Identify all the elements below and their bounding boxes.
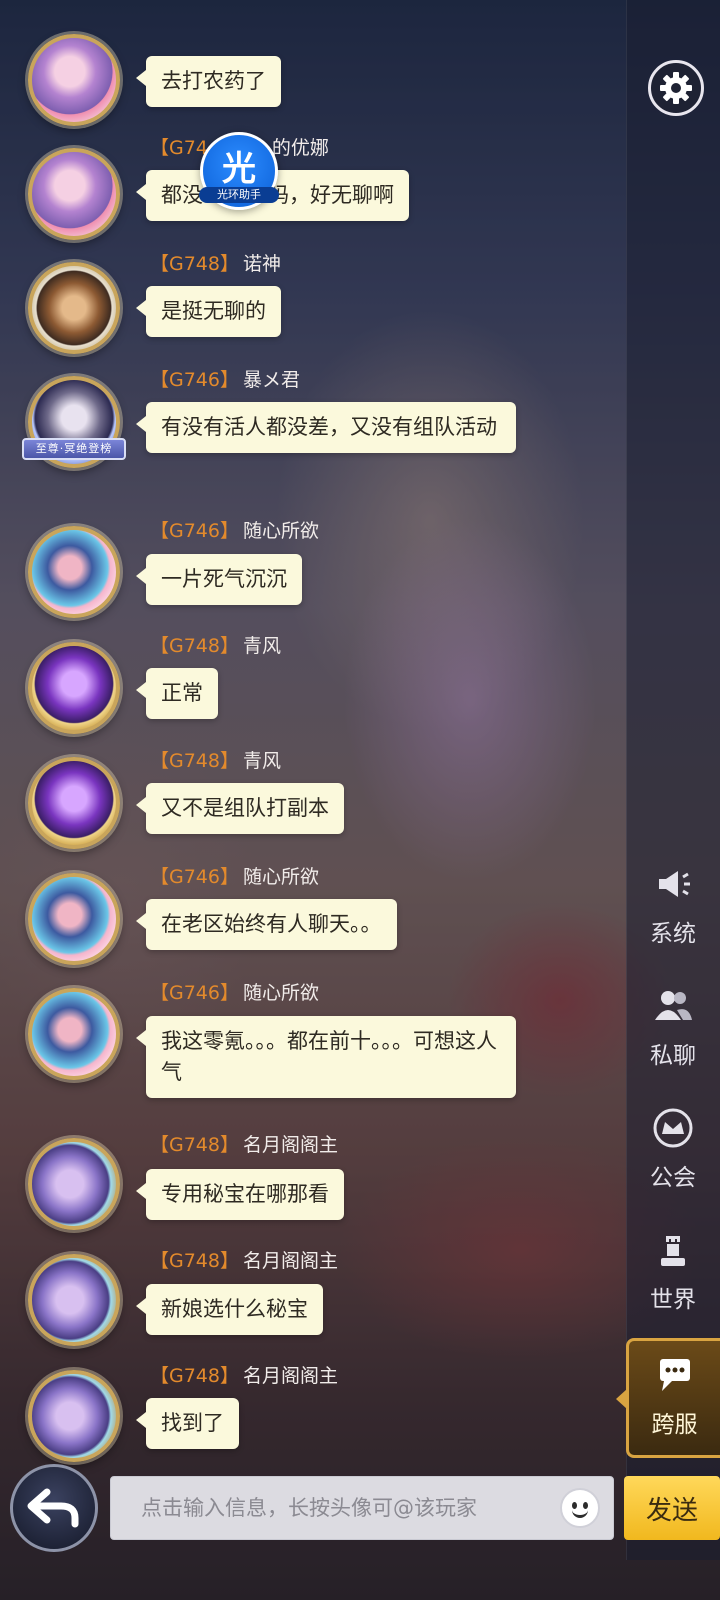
player-avatar[interactable] xyxy=(28,1138,120,1230)
tab-label: 私聊 xyxy=(650,1043,696,1069)
server-tag: 【G748】 xyxy=(150,1365,239,1387)
sender-name: 的优娜 xyxy=(271,137,329,159)
sender-line: 【G748】 青风 xyxy=(150,631,281,661)
player-avatar[interactable] xyxy=(28,34,120,126)
player-avatar[interactable] xyxy=(28,1370,120,1462)
message-bubble[interactable]: 找到了 xyxy=(136,1398,239,1449)
sender-line: 【G748】 名月阁阁主 xyxy=(150,1361,338,1391)
sender-line: 【G748】 名月阁阁主 xyxy=(150,1130,338,1160)
sender-name: 青风 xyxy=(243,635,282,657)
sender-line: 【G746】 随心所欲 xyxy=(150,516,319,546)
message-text: 有没有活人都没差，又没有组队活动 xyxy=(161,415,497,439)
smiley-face-icon xyxy=(572,1502,577,1509)
sender-line: 【G748】 青风 xyxy=(150,746,281,776)
message-text: 是挺无聊的 xyxy=(161,299,266,323)
sender-name: 暴メ君 xyxy=(243,369,301,391)
watermark-label: 光环助手 xyxy=(199,187,279,203)
sender-line: 【G746】 暴メ君 xyxy=(150,365,300,395)
player-avatar[interactable] xyxy=(28,757,120,849)
message-bubble[interactable]: 新娘选什么秘宝 xyxy=(136,1284,323,1335)
player-avatar[interactable] xyxy=(28,1254,120,1346)
chat-message-list[interactable]: 去打农药了 【G74 的优娜 都没 了吗，好无聊啊 【G748】 诺神 是挺无聊的 至… xyxy=(0,0,625,1462)
server-tag: 【G748】 xyxy=(150,1250,239,1272)
halo-assistant-watermark[interactable]: 光 光环助手 xyxy=(199,132,279,210)
message-bubble[interactable]: 在老区始终有人聊天。。 xyxy=(136,899,397,950)
settings-button[interactable] xyxy=(648,60,704,116)
message-bubble[interactable]: 我这零氪。。。都在前十。。。可想这人气 xyxy=(136,1016,516,1098)
sender-line: 【G748】 名月阁阁主 xyxy=(150,1246,338,1276)
sender-name: 诺神 xyxy=(243,253,282,275)
player-avatar[interactable] xyxy=(28,988,120,1080)
tab-private-chat[interactable]: 私聊 xyxy=(626,972,720,1092)
message-text: 找到了 xyxy=(161,1411,224,1435)
server-tag: 【G748】 xyxy=(150,635,239,657)
message-text: 都没 xyxy=(161,183,203,207)
server-tag: 【G74 xyxy=(150,137,208,159)
message-text: 新娘选什么秘宝 xyxy=(161,1297,308,1321)
chat-input-bar: 发送 xyxy=(0,1460,720,1560)
message-text: 去打农药了 xyxy=(161,69,266,93)
message-bubble[interactable]: 去打农药了 xyxy=(136,56,281,107)
message-bubble[interactable]: 又不是组队打副本 xyxy=(136,783,344,834)
server-tag: 【G746】 xyxy=(150,982,239,1004)
server-tag: 【G746】 xyxy=(150,520,239,542)
send-button[interactable]: 发送 xyxy=(624,1476,720,1540)
message-text: 一片死气沉沉 xyxy=(161,567,287,591)
chat-cards-icon xyxy=(660,1359,690,1391)
sender-name: 名月阁阁主 xyxy=(243,1365,339,1387)
watermark-logo-text: 光 xyxy=(222,149,256,189)
avatar-title-badge: 至尊·冥绝登榜 xyxy=(22,438,126,460)
player-avatar[interactable] xyxy=(28,873,120,965)
server-tag: 【G746】 xyxy=(150,369,239,391)
megaphone-icon xyxy=(659,871,690,897)
emoji-button[interactable] xyxy=(560,1488,600,1528)
message-text: 我这零氪。。。都在前十。。。可想这人气 xyxy=(161,1029,497,1084)
server-tag: 【G746】 xyxy=(150,866,239,888)
back-button[interactable] xyxy=(10,1464,98,1552)
tab-label: 跨服 xyxy=(651,1412,698,1438)
player-avatar[interactable] xyxy=(28,526,120,618)
player-avatar[interactable] xyxy=(28,148,120,240)
server-tag: 【G748】 xyxy=(150,253,239,275)
sender-name: 随心所欲 xyxy=(243,866,320,888)
message-input[interactable] xyxy=(110,1476,614,1540)
sender-name: 名月阁阁主 xyxy=(243,1134,339,1156)
message-bubble[interactable]: 专用秘宝在哪那看 xyxy=(136,1169,344,1220)
crown-icon xyxy=(653,1108,693,1148)
player-avatar[interactable] xyxy=(28,262,120,354)
sender-line: 【G748】 诺神 xyxy=(150,249,281,279)
tab-label: 世界 xyxy=(650,1287,696,1313)
message-text: 正常 xyxy=(161,681,203,705)
sender-name: 名月阁阁主 xyxy=(243,1250,339,1272)
tab-system[interactable]: 系统 xyxy=(626,850,720,970)
tab-guild[interactable]: 公会 xyxy=(626,1094,720,1214)
tab-label: 系统 xyxy=(650,921,696,947)
message-bubble[interactable]: 是挺无聊的 xyxy=(136,286,281,337)
sender-line: 【G746】 随心所欲 xyxy=(150,978,319,1008)
tab-cross-server[interactable]: 跨服 xyxy=(616,1338,720,1458)
sender-name: 随心所欲 xyxy=(243,520,320,542)
sender-line: 【G746】 随心所欲 xyxy=(150,862,319,892)
player-avatar[interactable] xyxy=(28,642,120,734)
message-text: 在老区始终有人聊天。。 xyxy=(161,912,382,936)
message-bubble[interactable]: 一片死气沉沉 xyxy=(136,554,302,605)
server-tag: 【G748】 xyxy=(150,750,239,772)
message-bubble[interactable]: 有没有活人都没差，又没有组队活动 xyxy=(136,402,516,453)
back-arrow-icon xyxy=(27,1488,79,1528)
message-bubble[interactable]: 正常 xyxy=(136,668,218,719)
gear-icon xyxy=(660,72,692,104)
people-icon xyxy=(655,991,692,1020)
server-tag: 【G748】 xyxy=(150,1134,239,1156)
message-text: 又不是组队打副本 xyxy=(161,796,329,820)
sender-name: 随心所欲 xyxy=(243,982,320,1004)
tab-world[interactable]: 世界 xyxy=(626,1216,720,1336)
chess-piece-icon xyxy=(661,1236,685,1266)
sender-name: 青风 xyxy=(243,750,282,772)
tab-label: 公会 xyxy=(650,1165,696,1191)
message-text: 专用秘宝在哪那看 xyxy=(161,1182,329,1206)
